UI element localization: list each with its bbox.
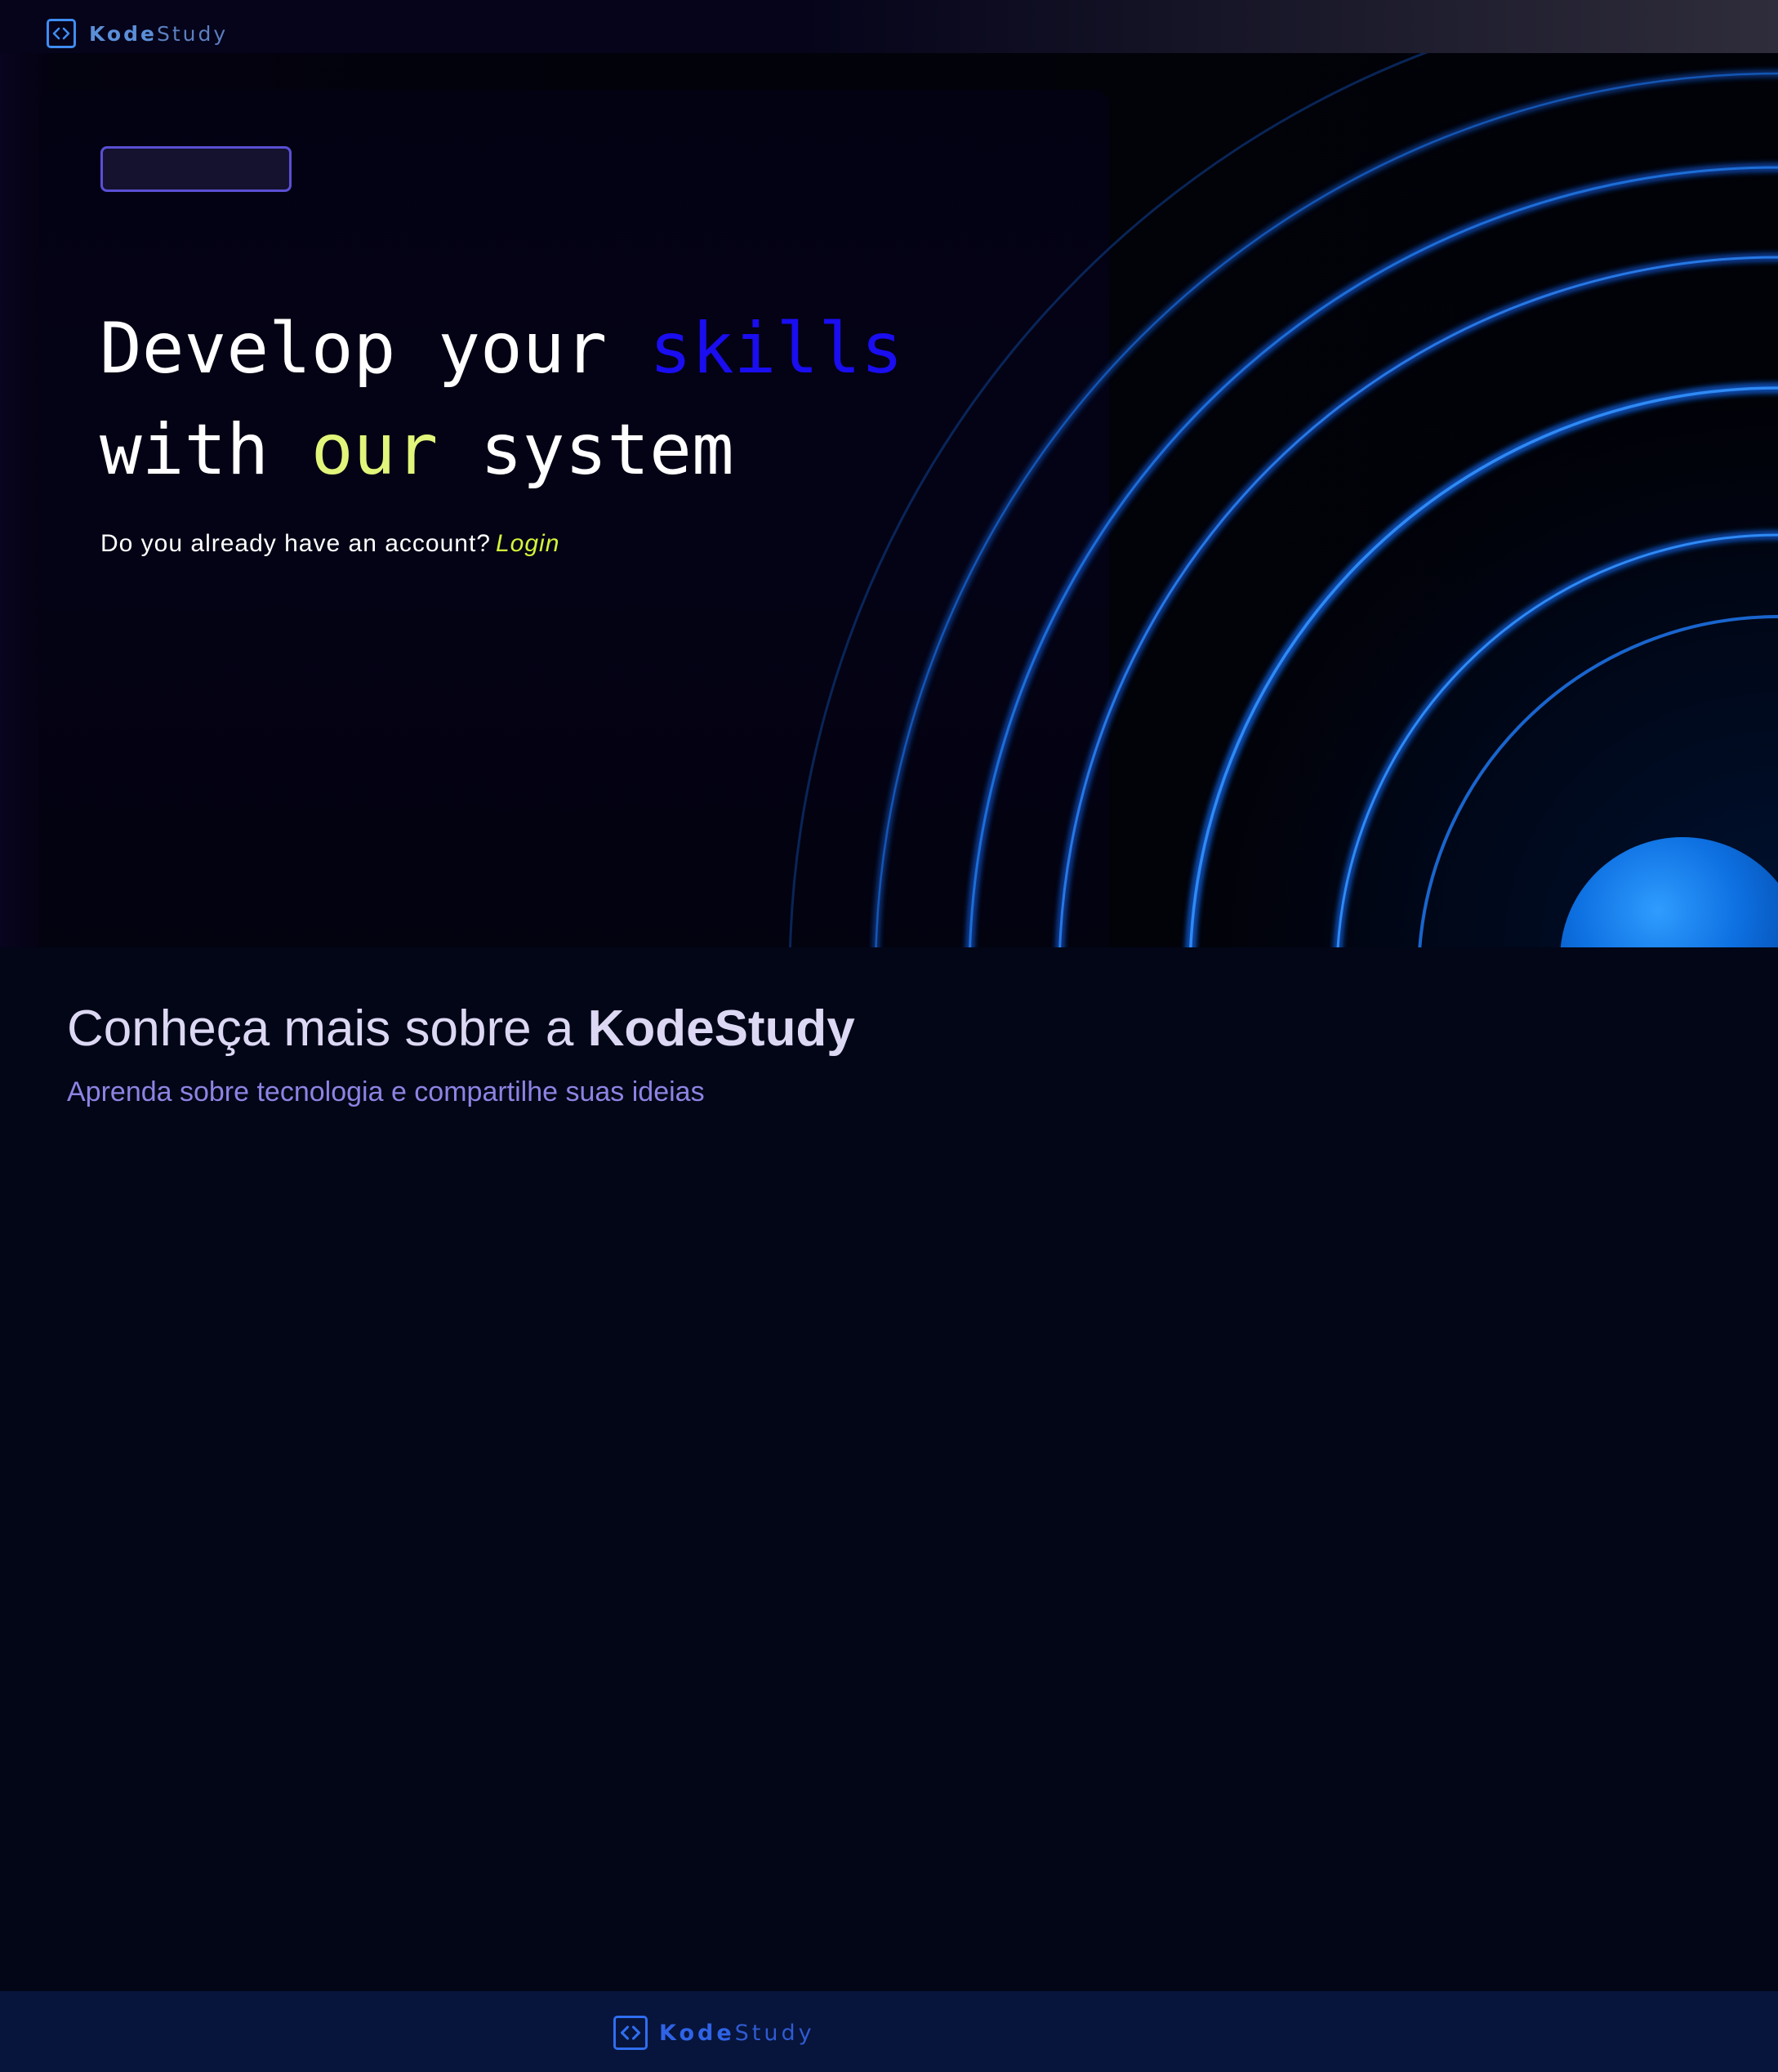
hero-headline: Develop your skills with our system <box>100 298 903 501</box>
account-prompt: Do you already have an account? Login <box>100 530 559 558</box>
top-navbar: KodeStudy <box>0 0 1778 53</box>
brand-name-study: Study <box>156 21 229 46</box>
code-brackets-icon <box>613 2016 648 2050</box>
footer-brand-link[interactable]: KodeStudy <box>613 2016 815 2050</box>
about-title-prefix: Conheça mais sobre a <box>67 1000 588 1057</box>
code-brackets-icon <box>47 19 76 48</box>
headline-text-system: system <box>438 409 734 491</box>
footer-brand-kode: Kode <box>659 2020 735 2046</box>
brand-logo-link[interactable]: KodeStudy <box>47 19 228 48</box>
brand-name: KodeStudy <box>89 24 228 44</box>
about-title-brand: KodeStudy <box>587 1000 855 1057</box>
brand-name-kode: Kode <box>89 21 157 46</box>
footer-brand-name: KodeStudy <box>659 2022 815 2044</box>
headline-text-with: with <box>100 409 311 491</box>
headline-highlight-skills: skills <box>649 308 903 390</box>
about-section: Conheça mais sobre a KodeStudy Aprenda s… <box>0 947 1778 1991</box>
headline-text-develop: Develop your <box>100 308 650 390</box>
headline-highlight-our: our <box>310 409 439 491</box>
page-footer: KodeStudy <box>0 1991 1778 2072</box>
login-link[interactable]: Login <box>496 530 559 557</box>
account-question: Do you already have an account? <box>100 530 491 557</box>
hero-section: Develop your skills with our system Do yo… <box>0 53 1778 947</box>
about-subtitle: Aprenda sobre tecnologia e compartilhe s… <box>67 1076 705 1107</box>
hero-tag-chip <box>100 146 292 192</box>
footer-brand-study: Study <box>734 2020 815 2046</box>
about-title: Conheça mais sobre a KodeStudy <box>67 1000 855 1058</box>
